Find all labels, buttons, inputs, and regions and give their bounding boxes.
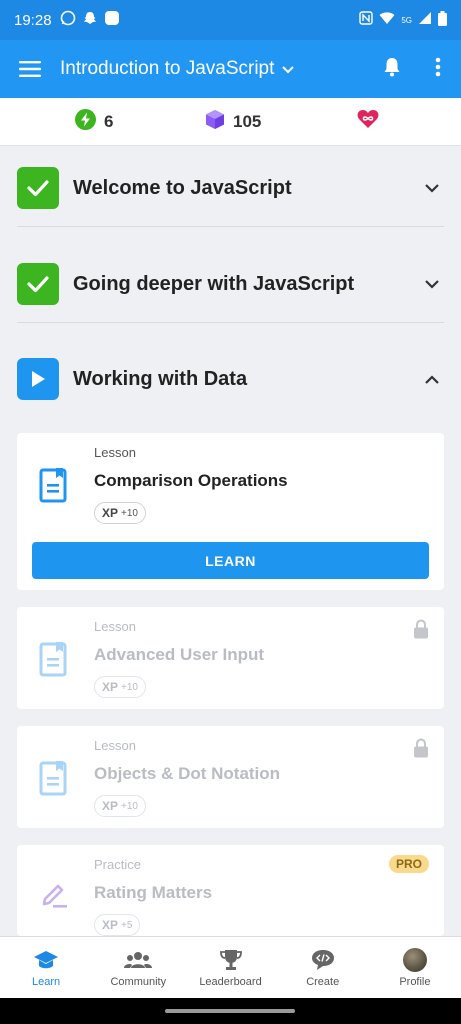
- lesson-name: Objects & Dot Notation: [94, 764, 281, 783]
- wifi-icon: [379, 11, 395, 29]
- nav-leaderboard[interactable]: Leaderboard: [184, 937, 276, 998]
- status-bar: 19:28 5G: [0, 0, 461, 40]
- module-title: Welcome to JavaScript: [73, 176, 292, 199]
- whatsapp-icon: [60, 10, 76, 30]
- nav-label: Leaderboard: [199, 975, 262, 988]
- infinity-heart-icon: [357, 109, 379, 134]
- chevron-down-icon[interactable]: [420, 183, 444, 193]
- nav-label: Create: [306, 975, 340, 988]
- lesson-document-icon: [39, 760, 67, 800]
- nav-label: Learn: [32, 975, 61, 988]
- system-nav-bar: [0, 998, 461, 1024]
- signal-icon: [418, 11, 432, 29]
- xp-label: XP: [102, 918, 119, 932]
- app-bar: Introduction to JavaScript: [0, 40, 461, 98]
- module-title: Going deeper with JavaScript: [73, 272, 355, 295]
- lightning-icon: [75, 108, 96, 135]
- pencil-icon: [39, 879, 69, 913]
- status-time: 19:28: [14, 11, 52, 29]
- streak-count: 6: [104, 111, 114, 131]
- check-icon: [17, 263, 59, 305]
- xp-badge: XP +10: [94, 676, 146, 698]
- lesson-kind: Lesson: [94, 619, 136, 634]
- nfc-icon: [359, 11, 374, 29]
- lesson-document-icon: [39, 467, 67, 507]
- lesson-kind: Practice: [94, 857, 141, 872]
- xp-value: +10: [121, 681, 138, 693]
- trophy-icon: [219, 948, 243, 972]
- xp-value: +10: [121, 507, 138, 519]
- divider: [17, 226, 444, 227]
- lesson-kind: Lesson: [94, 738, 136, 753]
- xp-value: +10: [121, 800, 138, 812]
- streak-stat[interactable]: 6: [75, 108, 114, 135]
- learn-button[interactable]: LEARN: [32, 542, 429, 579]
- xp-label: XP: [102, 680, 119, 694]
- nav-community[interactable]: Community: [92, 937, 184, 998]
- lesson-card-comparison-operations[interactable]: Lesson Comparison Operations XP +10 LEAR…: [17, 433, 444, 590]
- module-title: Working with Data: [73, 367, 248, 390]
- pro-badge: PRO: [388, 855, 429, 873]
- hearts-stat[interactable]: [357, 109, 379, 134]
- home-gesture-bar[interactable]: [165, 1009, 295, 1013]
- check-icon: [17, 167, 59, 209]
- xp-label: XP: [102, 506, 119, 520]
- chevron-down-icon: [282, 58, 295, 80]
- menu-icon[interactable]: [0, 40, 60, 98]
- module-row-welcome[interactable]: Welcome to JavaScript: [17, 140, 444, 236]
- nav-label: Profile: [399, 975, 431, 988]
- lesson-card-objects-dot-notation[interactable]: Lesson Objects & Dot Notation XP +10: [17, 726, 444, 828]
- people-icon: [124, 948, 153, 972]
- nav-label: Community: [110, 975, 167, 988]
- xp-value: +5: [121, 919, 133, 931]
- course-title: Introduction to JavaScript: [60, 58, 275, 79]
- xp-badge: XP +10: [94, 795, 146, 817]
- graduation-cap-icon: [33, 948, 59, 972]
- avatar-wrapper: [402, 947, 427, 972]
- play-icon: [17, 358, 59, 400]
- notifications-button[interactable]: [369, 40, 415, 98]
- lesson-name: Rating Matters: [94, 883, 213, 902]
- app-icon: [104, 10, 120, 30]
- snapchat-icon: [82, 10, 98, 30]
- chevron-up-icon[interactable]: [420, 374, 444, 384]
- stats-bar: 6 105: [0, 98, 461, 146]
- lesson-kind: Lesson: [94, 445, 136, 460]
- lesson-name: Advanced User Input: [94, 645, 265, 664]
- bell-icon: [383, 57, 401, 81]
- gem-icon: [205, 109, 225, 135]
- lesson-document-icon: [39, 641, 67, 681]
- xp-stat[interactable]: 105: [205, 109, 261, 135]
- bottom-nav: Learn Community Leaderboard Create Profi…: [0, 936, 461, 998]
- lock-icon: [413, 619, 429, 643]
- lesson-name: Comparison Operations: [94, 471, 288, 490]
- more-options-button[interactable]: [415, 40, 461, 98]
- divider: [17, 322, 444, 323]
- module-row-working-with-data[interactable]: Working with Data: [17, 331, 444, 427]
- more-vert-icon: [435, 57, 441, 81]
- chevron-down-icon[interactable]: [420, 279, 444, 289]
- xp-badge: XP +5: [94, 914, 141, 936]
- avatar: [402, 947, 427, 972]
- nav-profile[interactable]: Profile: [369, 937, 461, 998]
- practice-card-rating-matters[interactable]: Practice Rating Matters XP +5 PRO: [17, 845, 444, 936]
- xp-count: 105: [233, 111, 262, 131]
- course-selector[interactable]: Introduction to JavaScript: [60, 58, 295, 80]
- xp-label: XP: [102, 799, 119, 813]
- lesson-card-advanced-user-input[interactable]: Lesson Advanced User Input XP +10: [17, 607, 444, 709]
- network-type: 5G: [401, 15, 412, 25]
- battery-icon: [438, 10, 447, 30]
- nav-create[interactable]: Create: [277, 937, 369, 998]
- xp-badge: XP +10: [94, 502, 146, 524]
- module-row-going-deeper[interactable]: Going deeper with JavaScript: [17, 236, 444, 332]
- lock-icon: [413, 738, 429, 762]
- nav-learn[interactable]: Learn: [0, 937, 92, 998]
- code-bubble-icon: [310, 948, 336, 972]
